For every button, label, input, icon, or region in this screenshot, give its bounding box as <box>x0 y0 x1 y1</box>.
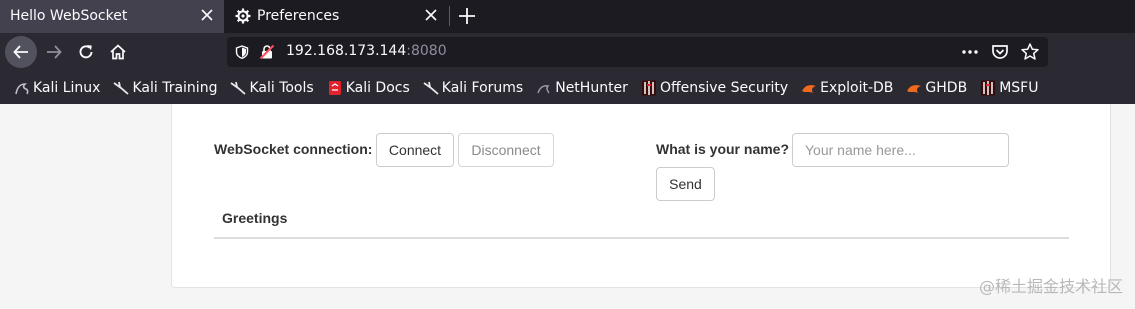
name-label: What is your name? <box>656 141 790 157</box>
name-input[interactable] <box>792 133 1009 167</box>
kali-dragon-icon <box>113 80 130 96</box>
tab-preferences[interactable]: Preferences <box>226 0 448 33</box>
bookmark-msfu[interactable]: MSFU <box>980 80 1038 96</box>
websocket-panel: WebSocket connection: Connect Disconnect… <box>171 104 1111 288</box>
url-port: :8080 <box>406 43 447 59</box>
bookmark-label: Kali Forums <box>441 79 524 96</box>
exploitdb-icon <box>801 80 817 96</box>
disconnect-button[interactable]: Disconnect <box>458 133 554 167</box>
bookmark-label: Kali Linux <box>33 79 101 96</box>
watermark: @稀土掘金技术社区 <box>978 277 1123 296</box>
url-bar[interactable]: 192.168.173.144:8080 <box>227 37 1048 67</box>
url-text[interactable]: 192.168.173.144:8080 <box>286 43 447 59</box>
offsec-icon <box>641 80 657 96</box>
arrow-left-icon <box>13 45 28 59</box>
tab-hello-websocket[interactable]: Hello WebSocket <box>0 0 224 33</box>
url-actions <box>960 42 1040 62</box>
url-host: 192.168.173.144 <box>286 43 407 59</box>
tab-title: Preferences <box>257 8 340 24</box>
bookmark-offensive-security[interactable]: Offensive Security <box>641 80 788 96</box>
close-icon[interactable] <box>200 8 214 22</box>
kali-dragon-icon <box>230 80 247 96</box>
bookmark-kali-training[interactable]: Kali Training <box>113 80 217 96</box>
kali-dragon-icon <box>423 80 439 96</box>
tab-title: Hello WebSocket <box>10 8 128 24</box>
bookmark-label: Exploit-DB <box>820 79 894 96</box>
kali-dragon-icon <box>14 80 30 96</box>
close-icon[interactable] <box>424 8 438 22</box>
send-button[interactable]: Send <box>656 167 715 201</box>
exploitdb-icon <box>906 80 922 96</box>
nethunter-icon <box>536 80 552 96</box>
tab-separator <box>449 6 450 26</box>
arrow-right-icon <box>47 45 62 59</box>
bookmark-kali-forums[interactable]: Kali Forums <box>423 80 523 96</box>
insecure-lock-icon[interactable] <box>259 44 275 60</box>
tab-strip: Hello WebSocket Preferences <box>0 0 1135 33</box>
greetings-divider <box>214 237 1069 239</box>
bookmarks-toolbar: Kali Linux Kali Training Kali Tools Kali… <box>0 71 1135 104</box>
home-icon <box>110 44 126 60</box>
navigation-toolbar: 192.168.173.144:8080 <box>0 33 1135 71</box>
bookmark-label: MSFU <box>999 79 1039 96</box>
bookmark-label: GHDB <box>925 79 968 96</box>
bookmark-kali-docs[interactable]: Kali Docs <box>327 80 410 96</box>
pocket-icon[interactable] <box>990 42 1010 62</box>
forward-button[interactable] <box>38 36 70 68</box>
bookmark-ghdb[interactable]: GHDB <box>906 80 967 96</box>
connect-button[interactable]: Connect <box>376 133 454 167</box>
bookmark-label: NetHunter <box>555 79 628 96</box>
bookmark-label: Kali Docs <box>345 79 410 96</box>
back-button[interactable] <box>5 36 37 68</box>
home-button[interactable] <box>102 36 134 68</box>
bookmark-label: Kali Training <box>132 79 218 96</box>
bookmark-label: Kali Tools <box>249 79 314 96</box>
plus-icon[interactable] <box>456 5 478 27</box>
shield-icon[interactable] <box>235 45 249 59</box>
page-content: WebSocket connection: Connect Disconnect… <box>0 104 1135 309</box>
bookmark-label: Offensive Security <box>659 79 789 96</box>
gear-icon <box>235 8 251 24</box>
bookmark-star-icon[interactable] <box>1020 42 1040 62</box>
connection-label: WebSocket connection: <box>214 141 373 157</box>
kali-docs-icon <box>327 80 343 96</box>
bookmark-kali-linux[interactable]: Kali Linux <box>14 80 100 96</box>
bookmark-nethunter[interactable]: NetHunter <box>536 80 628 96</box>
offsec-icon <box>980 80 996 96</box>
bookmark-exploit-db[interactable]: Exploit-DB <box>801 80 893 96</box>
reload-icon <box>79 45 93 59</box>
bookmark-kali-tools[interactable]: Kali Tools <box>230 79 314 96</box>
reload-button[interactable] <box>70 36 102 68</box>
greetings-heading: Greetings <box>222 210 288 226</box>
more-actions-icon[interactable] <box>960 42 980 62</box>
